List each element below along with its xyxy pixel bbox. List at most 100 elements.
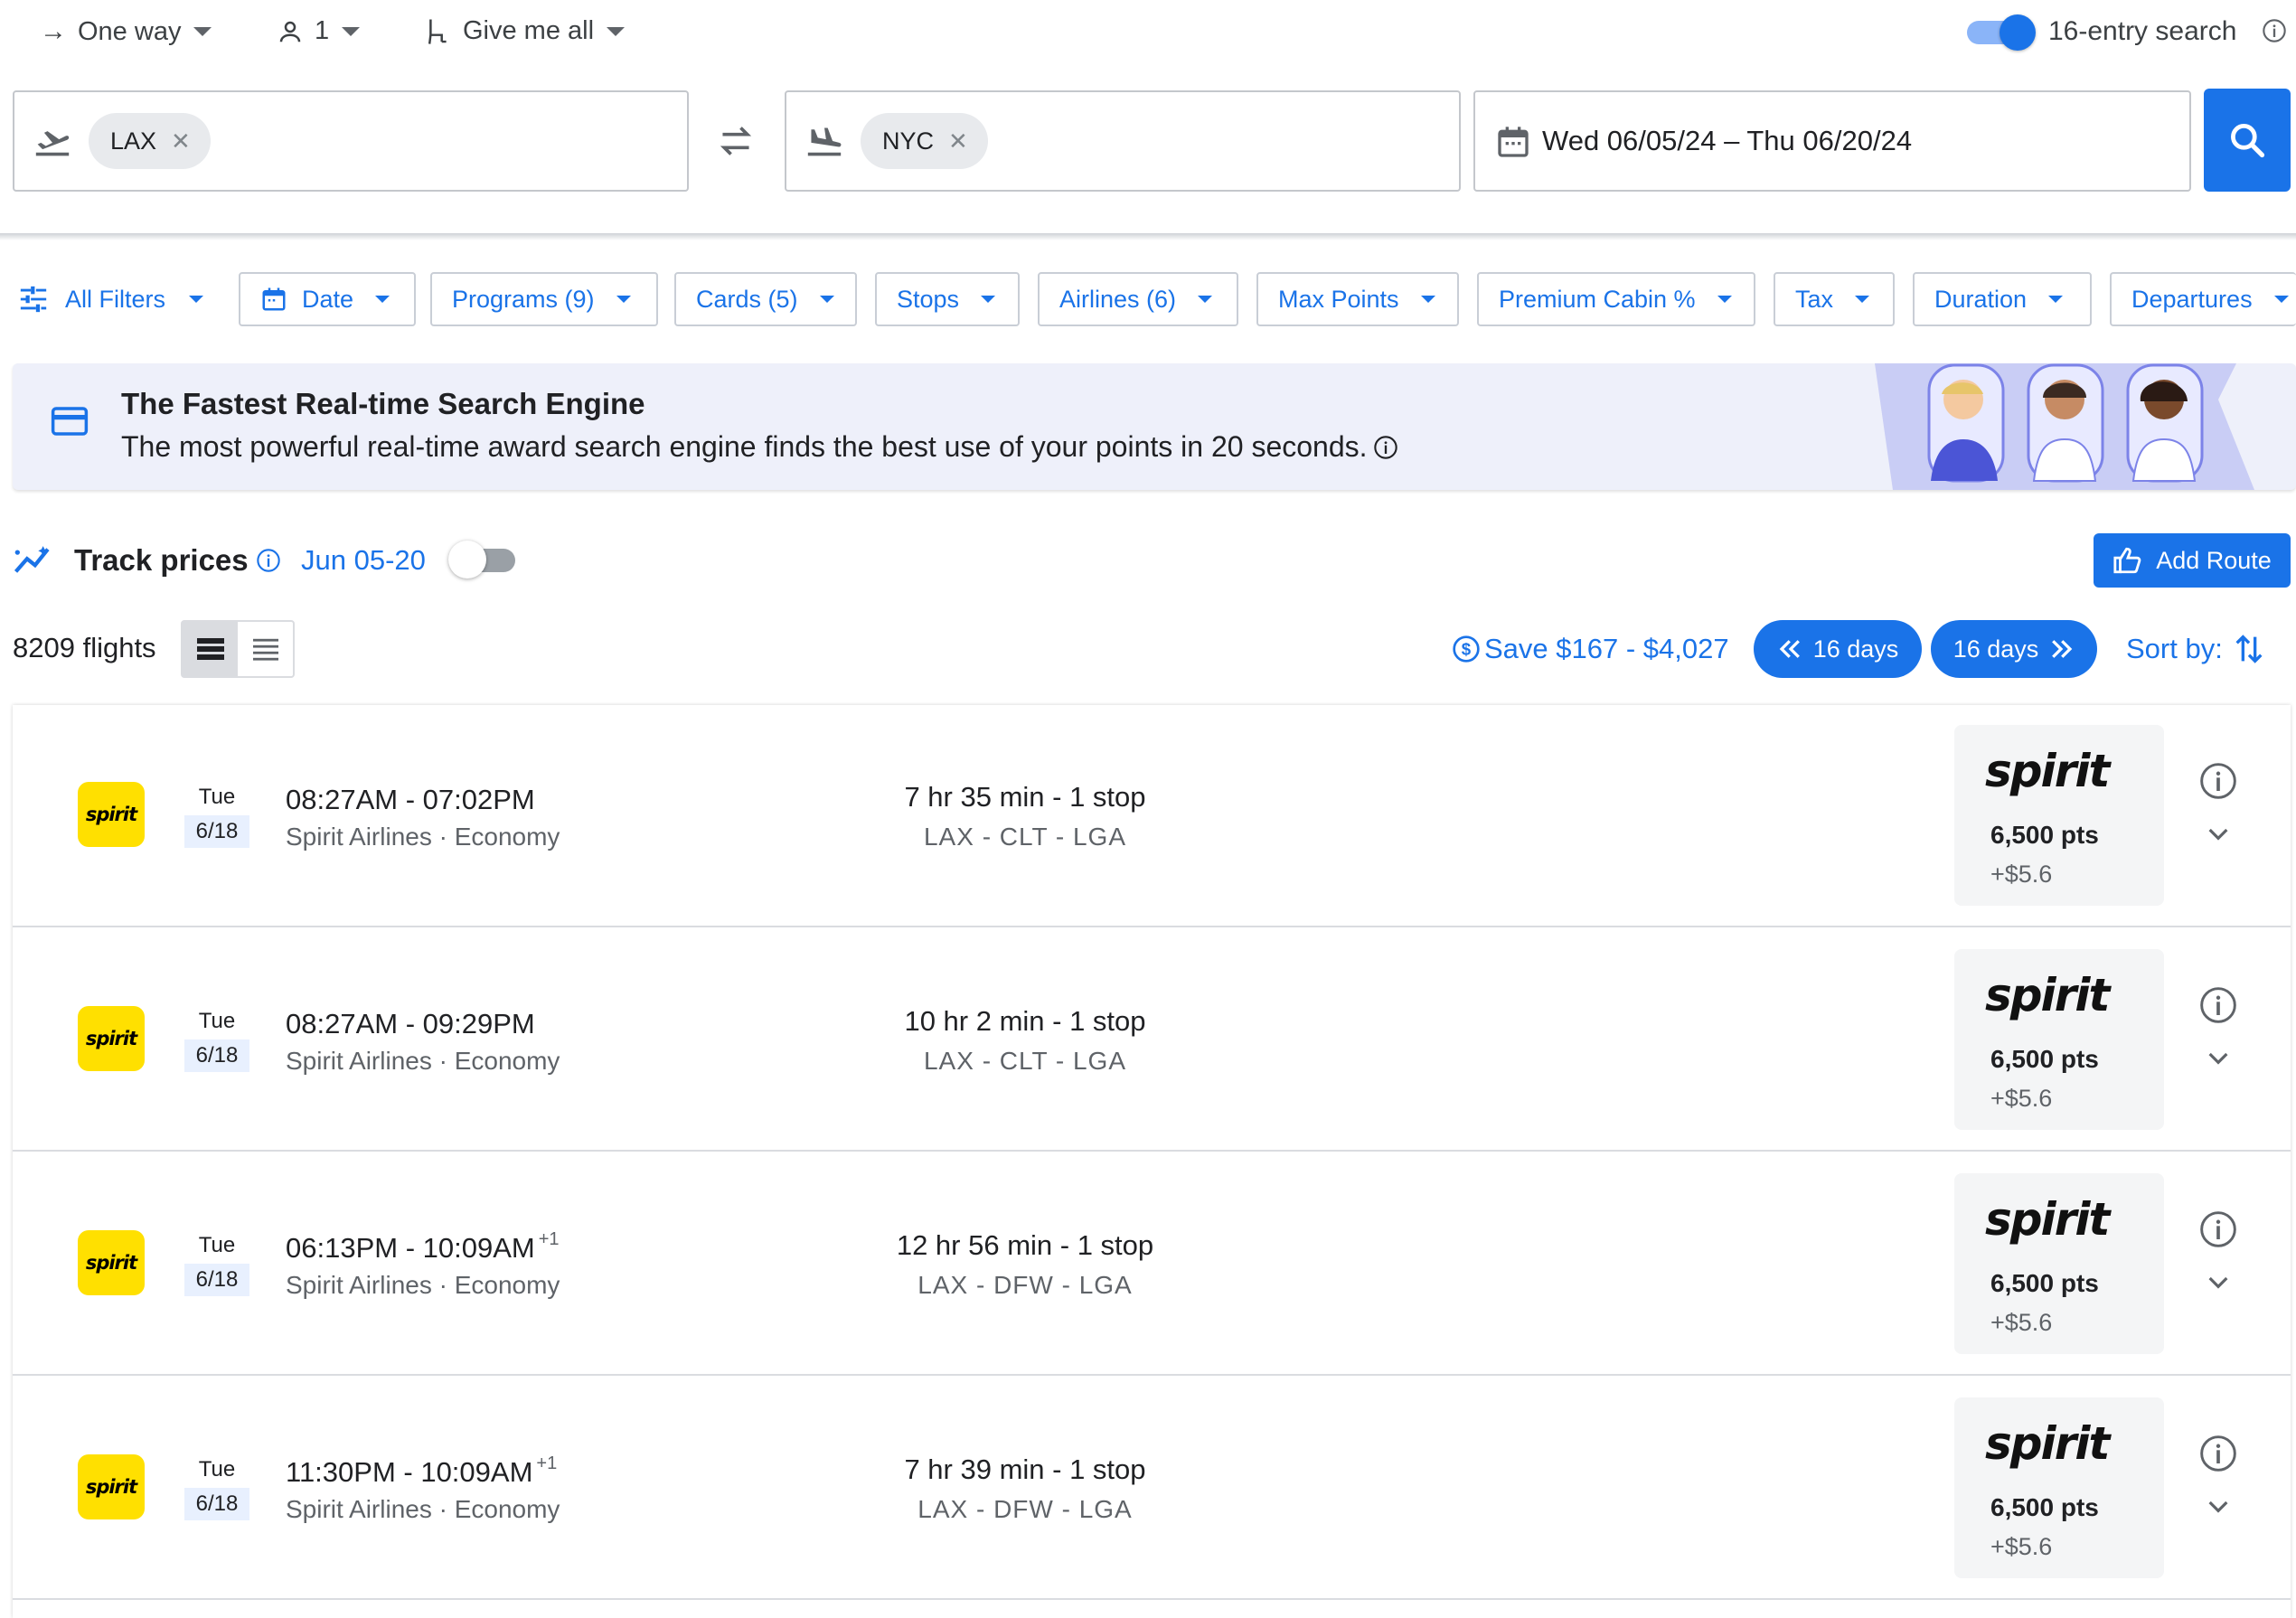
caret-down-icon: [616, 296, 631, 303]
destination-field[interactable]: NYC ✕: [785, 90, 1461, 192]
chevron-down-icon[interactable]: [2204, 1495, 2233, 1517]
caret-down-icon: [1855, 296, 1870, 303]
premium-cabin-filter[interactable]: Premium Cabin %: [1477, 272, 1755, 326]
destination-code: NYC: [882, 127, 935, 155]
caret-down-icon: [189, 296, 204, 303]
flight-duration: 7 hr 39 min - 1 stop: [904, 1453, 1146, 1485]
flight-airline-cabin: Spirit Airlines · Economy: [286, 1271, 560, 1299]
thumbs-up-icon: [2113, 546, 2143, 575]
trip-type-label: One way: [78, 16, 182, 46]
price-card[interactable]: spirit 6,500 pts +$5.6: [1954, 725, 2164, 906]
chevron-down-icon[interactable]: [2204, 1271, 2233, 1293]
flight-row[interactable]: spirit Tue 6/18 11:30PM - 10:09AM +1 Spir…: [13, 1378, 2291, 1600]
price-points: 6,500 pts: [1990, 1269, 2099, 1297]
duration-filter[interactable]: Duration: [1913, 272, 2092, 326]
spirit-logo: spirit: [1985, 745, 2110, 797]
caret-down-icon: [375, 296, 391, 303]
close-icon[interactable]: ✕: [171, 127, 191, 155]
flight-times: 08:27AM - 07:02PM: [286, 784, 535, 815]
stops-filter[interactable]: Stops: [875, 272, 1020, 326]
info-icon[interactable]: [256, 548, 281, 573]
flight-duration: 10 hr 2 min - 1 stop: [904, 1005, 1146, 1037]
info-icon[interactable]: [2198, 1209, 2238, 1249]
add-route-label: Add Route: [2156, 546, 2272, 574]
flight-route: LAX - CLT - LGA: [923, 1047, 1127, 1075]
list-dense-icon[interactable]: [183, 622, 238, 676]
price-points: 6,500 pts: [1990, 821, 2099, 849]
landing-icon: [805, 123, 844, 159]
search-button[interactable]: [2204, 89, 2291, 192]
flight-airline-cabin: Spirit Airlines · Economy: [286, 1047, 560, 1075]
track-prices-toggle[interactable]: [448, 541, 517, 580]
info-icon[interactable]: [2198, 761, 2238, 801]
caret-down-icon: [342, 26, 361, 36]
flight-duration: 12 hr 56 min - 1 stop: [896, 1229, 1154, 1261]
date-filter[interactable]: Date: [239, 272, 416, 326]
origin-field[interactable]: LAX ✕: [13, 90, 689, 192]
chevron-down-icon[interactable]: [2204, 1047, 2233, 1068]
sort-button[interactable]: Sort by:: [2126, 631, 2264, 667]
destination-chip[interactable]: NYC ✕: [861, 113, 988, 169]
track-prices-date-range[interactable]: Jun 05-20: [301, 544, 426, 577]
list-compact-icon[interactable]: [238, 622, 293, 676]
departures-filter-label: Departures: [2131, 285, 2253, 313]
price-card[interactable]: spirit 6,500 pts +$5.6: [1954, 949, 2164, 1130]
caret-down-icon: [193, 27, 212, 36]
airline-logo: spirit: [78, 1230, 145, 1295]
flight-date: 6/18: [184, 1264, 249, 1296]
price-card[interactable]: spirit 6,500 pts +$5.6: [1954, 1173, 2164, 1354]
price-tax: +$5.6: [1990, 1533, 2053, 1560]
svg-text:$: $: [1462, 640, 1472, 659]
save-range-label: Save $167 - $4,027: [1484, 633, 1729, 664]
premium-cabin-filter-label: Premium Cabin %: [1499, 285, 1696, 313]
takeoff-icon: [33, 123, 72, 159]
price-card[interactable]: spirit 6,500 pts +$5.6: [1954, 1397, 2164, 1578]
view-toggle: [181, 620, 295, 678]
price-tax: +$5.6: [1990, 1309, 2053, 1336]
max-points-filter-label: Max Points: [1278, 285, 1399, 313]
max-points-filter[interactable]: Max Points: [1256, 272, 1459, 326]
cabin-select[interactable]: Give me all: [425, 16, 626, 46]
airlines-filter[interactable]: Airlines (6): [1038, 272, 1238, 326]
programs-filter[interactable]: Programs (9): [430, 272, 658, 326]
info-icon[interactable]: [1373, 435, 1398, 460]
next-days-button[interactable]: 16 days: [1931, 620, 2097, 678]
entry-search-toggle[interactable]: [1963, 14, 2036, 51]
arrow-right-icon: →: [40, 16, 67, 46]
promo-banner: The Fastest Real-time Search Engine The …: [13, 363, 2296, 490]
flight-airline-cabin: Spirit Airlines · Economy: [286, 1495, 560, 1523]
info-icon[interactable]: [2262, 18, 2287, 43]
day-offset: +1: [538, 1229, 560, 1249]
departures-filter[interactable]: Departures: [2110, 272, 2296, 326]
flight-times: 08:27AM - 09:29PM: [286, 1008, 535, 1039]
prev-days-button[interactable]: 16 days: [1754, 620, 1922, 678]
passenger-select[interactable]: 1: [277, 16, 361, 46]
caret-down-icon: [2048, 296, 2064, 303]
tax-filter-label: Tax: [1795, 285, 1834, 313]
flight-weekday: Tue: [198, 1233, 236, 1257]
all-filters-button[interactable]: All Filters: [18, 285, 204, 314]
swap-icon[interactable]: [716, 123, 756, 159]
origin-chip[interactable]: LAX ✕: [89, 113, 211, 169]
trip-type-select[interactable]: → One way: [40, 16, 212, 47]
calendar-icon: [260, 285, 287, 314]
person-icon: [277, 18, 304, 45]
flight-row[interactable]: spirit Tue 6/18 08:27AM - 09:29PM Spirit…: [13, 929, 2291, 1152]
chevron-down-icon[interactable]: [2204, 823, 2233, 844]
cabin-label: Give me all: [463, 16, 595, 45]
cards-filter[interactable]: Cards (5): [674, 272, 857, 326]
close-icon[interactable]: ✕: [948, 127, 968, 155]
price-points: 6,500 pts: [1990, 1045, 2099, 1073]
info-icon[interactable]: [2198, 1434, 2238, 1473]
add-route-button[interactable]: Add Route: [2094, 533, 2291, 588]
tax-filter[interactable]: Tax: [1774, 272, 1895, 326]
caret-down-icon: [981, 296, 996, 303]
flight-airline-cabin: Spirit Airlines · Economy: [286, 823, 560, 851]
save-range[interactable]: $ Save $167 - $4,027: [1452, 633, 1729, 665]
prev-days-label: 16 days: [1812, 635, 1899, 663]
info-icon[interactable]: [2198, 985, 2238, 1025]
date-range-field[interactable]: Wed 06/05/24 – Thu 06/20/24: [1473, 90, 2191, 192]
flight-row[interactable]: spirit Tue 6/18 08:27AM - 07:02PM Spirit…: [13, 705, 2291, 927]
flight-row[interactable]: spirit Tue 6/18 06:13PM - 10:09AM +1 Spir…: [13, 1153, 2291, 1376]
spirit-logo: spirit: [1985, 1193, 2110, 1246]
